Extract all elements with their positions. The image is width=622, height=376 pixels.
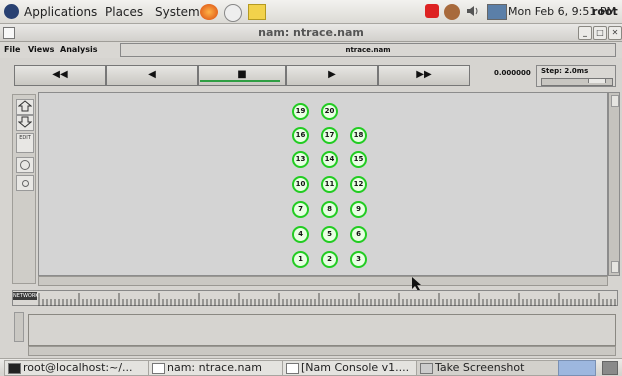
play-state-indicator — [200, 80, 280, 82]
horizontal-scrollbar[interactable] — [38, 276, 608, 286]
volume-icon[interactable] — [466, 4, 480, 18]
step-slider[interactable] — [541, 78, 613, 86]
minimize-button[interactable]: _ — [578, 26, 592, 40]
network-node-12[interactable]: 12 — [350, 176, 367, 193]
network-node-16[interactable]: 16 — [292, 127, 309, 144]
network-node-11[interactable]: 11 — [321, 176, 338, 193]
close-button[interactable]: ✕ — [608, 26, 622, 40]
mouse-cursor — [412, 276, 422, 291]
network-node-18[interactable]: 18 — [350, 127, 367, 144]
task-nam-console-label: [Nam Console v1.... — [301, 361, 410, 374]
tool-column: EDIT — [12, 94, 36, 284]
trash-icon[interactable] — [602, 361, 618, 375]
zoom-in-icon[interactable] — [16, 99, 34, 115]
task-nam-label: nam: ntrace.nam — [167, 361, 262, 374]
notes-icon[interactable] — [248, 4, 266, 20]
alert-icon[interactable] — [425, 4, 439, 18]
monitor-horizontal-scrollbar[interactable] — [28, 346, 616, 356]
rewind-button[interactable]: ◀ — [106, 65, 198, 86]
network-node-4[interactable]: 4 — [292, 226, 309, 243]
evolution-icon[interactable] — [224, 4, 242, 22]
vertical-scrollbar[interactable] — [608, 92, 620, 276]
node-shape-icon[interactable] — [16, 157, 34, 173]
network-node-5[interactable]: 5 — [321, 226, 338, 243]
edit-button[interactable]: EDIT — [16, 133, 34, 153]
network-node-6[interactable]: 6 — [350, 226, 367, 243]
screenshot-icon — [420, 363, 433, 374]
network-node-1[interactable]: 1 — [292, 251, 309, 268]
console-window-icon — [286, 363, 299, 374]
window-title: nam: ntrace.nam — [258, 26, 364, 39]
lower-vertical-scrollbar[interactable] — [14, 312, 24, 342]
bottom-taskbar: root@localhost:~/... nam: ntrace.nam [Na… — [0, 358, 622, 376]
network-node-7[interactable]: 7 — [292, 201, 309, 218]
maximize-button[interactable]: □ — [593, 26, 607, 40]
step-label: Step: 2.0ms — [541, 67, 589, 75]
network-node-15[interactable]: 15 — [350, 151, 367, 168]
small-node-icon[interactable] — [16, 175, 34, 191]
terminal-icon — [8, 363, 21, 374]
menu-file[interactable]: File — [4, 45, 20, 54]
timeline-ticks — [38, 293, 616, 306]
window-icon — [152, 363, 165, 374]
time-readout: 0.000000 — [494, 69, 531, 77]
display-icon[interactable] — [487, 4, 507, 20]
top-panel: Applications Places System Mon Feb 6, 9:… — [0, 0, 622, 24]
window-titlebar[interactable]: nam: ntrace.nam _ □ ✕ — [0, 24, 622, 42]
network-node-17[interactable]: 17 — [321, 127, 338, 144]
network-node-10[interactable]: 10 — [292, 176, 309, 193]
fast-rewind-button[interactable]: ◀◀ — [14, 65, 106, 86]
timeline-ruler[interactable]: NETWORK — [12, 290, 618, 306]
network-node-13[interactable]: 13 — [292, 151, 309, 168]
network-icon[interactable] — [444, 4, 460, 20]
menu-analysis[interactable]: Analysis — [60, 45, 98, 54]
task-terminal-label: root@localhost:~/... — [23, 361, 133, 374]
user-name[interactable]: root — [592, 5, 618, 18]
firefox-icon[interactable] — [200, 4, 218, 20]
fast-forward-button[interactable]: ▶▶ — [378, 65, 470, 86]
network-node-2[interactable]: 2 — [321, 251, 338, 268]
menu-system[interactable]: System — [155, 5, 200, 19]
menu-places[interactable]: Places — [105, 5, 143, 19]
menu-views[interactable]: Views — [28, 45, 54, 54]
monitor-panel — [28, 314, 616, 346]
network-node-19[interactable]: 19 — [292, 103, 309, 120]
zoom-out-icon[interactable] — [16, 115, 34, 131]
play-button[interactable]: ▶ — [286, 65, 378, 86]
step-control[interactable]: Step: 2.0ms — [536, 65, 616, 87]
stop-button[interactable]: ■ — [198, 65, 286, 86]
network-node-3[interactable]: 3 — [350, 251, 367, 268]
network-node-20[interactable]: 20 — [321, 103, 338, 120]
menu-applications[interactable]: Applications — [24, 5, 97, 19]
task-screenshot-label: Take Screenshot — [435, 361, 525, 374]
network-canvas[interactable]: 19 20 16 17 18 13 14 15 10 11 12 7 8 9 4 5 6 1 2 3 — [38, 92, 608, 276]
network-node-9[interactable]: 9 — [350, 201, 367, 218]
network-node-14[interactable]: 14 — [321, 151, 338, 168]
trace-file-label: ntrace.nam — [120, 43, 616, 57]
network-node-8[interactable]: 8 — [321, 201, 338, 218]
fedora-logo-icon[interactable] — [4, 4, 19, 19]
